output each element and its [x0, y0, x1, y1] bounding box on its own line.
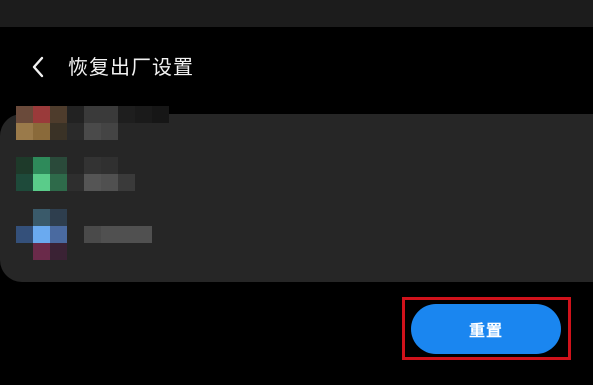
reset-button[interactable]: 重置 — [411, 304, 561, 354]
blur-pixel — [33, 157, 50, 174]
blur-pixel — [67, 209, 84, 226]
blur-pixel — [118, 243, 135, 260]
blur-pixel — [67, 226, 84, 243]
blur-pixel — [84, 209, 101, 226]
blur-pixel — [101, 174, 118, 191]
blur-pixel — [50, 209, 67, 226]
blur-pixel — [135, 123, 152, 140]
blur-pixel — [50, 174, 67, 191]
blur-pixel — [152, 106, 169, 123]
blur-pixel — [135, 243, 152, 260]
header: 恢复出厂设置 — [0, 27, 593, 107]
blur-pixel — [101, 157, 118, 174]
back-button[interactable] — [22, 51, 54, 83]
blur-pixel — [16, 174, 33, 191]
blur-pixel — [33, 243, 50, 260]
blur-pixel — [84, 226, 101, 243]
blur-pixel — [33, 174, 50, 191]
blur-pixel — [16, 106, 33, 123]
blur-pixel — [118, 106, 135, 123]
blur-pixel — [84, 106, 101, 123]
blur-pixel — [16, 209, 33, 226]
blurred-list-item — [16, 157, 135, 191]
blur-pixel — [50, 157, 67, 174]
blur-pixel — [67, 106, 84, 123]
blur-pixel — [67, 174, 84, 191]
blur-pixel — [135, 106, 152, 123]
blur-pixel — [101, 123, 118, 140]
blurred-list-item — [16, 106, 169, 140]
blur-pixel — [50, 123, 67, 140]
blur-pixel — [33, 123, 50, 140]
blur-pixel — [33, 106, 50, 123]
blurred-list-item — [16, 209, 152, 260]
blur-pixel — [135, 226, 152, 243]
blur-pixel — [16, 123, 33, 140]
blur-pixel — [152, 123, 169, 140]
blur-pixel — [101, 106, 118, 123]
blur-pixel — [101, 226, 118, 243]
blur-pixel — [101, 243, 118, 260]
blur-pixel — [118, 209, 135, 226]
blur-pixel — [118, 174, 135, 191]
blur-pixel — [84, 174, 101, 191]
blur-pixel — [16, 226, 33, 243]
blur-pixel — [84, 157, 101, 174]
blur-pixel — [84, 123, 101, 140]
page-title: 恢复出厂设置 — [68, 55, 194, 79]
blur-pixel — [67, 157, 84, 174]
blur-pixel — [50, 226, 67, 243]
chevron-left-icon — [32, 56, 44, 78]
blur-pixel — [118, 157, 135, 174]
blur-pixel — [84, 243, 101, 260]
blur-pixel — [16, 243, 33, 260]
blur-pixel — [67, 123, 84, 140]
blur-pixel — [50, 106, 67, 123]
blur-pixel — [118, 123, 135, 140]
blur-pixel — [33, 209, 50, 226]
blur-pixel — [101, 209, 118, 226]
status-bar-strip — [0, 0, 593, 27]
blur-pixel — [135, 209, 152, 226]
blur-pixel — [118, 226, 135, 243]
blur-pixel — [33, 226, 50, 243]
blur-pixel — [16, 157, 33, 174]
blur-pixel — [67, 243, 84, 260]
blur-pixel — [50, 243, 67, 260]
